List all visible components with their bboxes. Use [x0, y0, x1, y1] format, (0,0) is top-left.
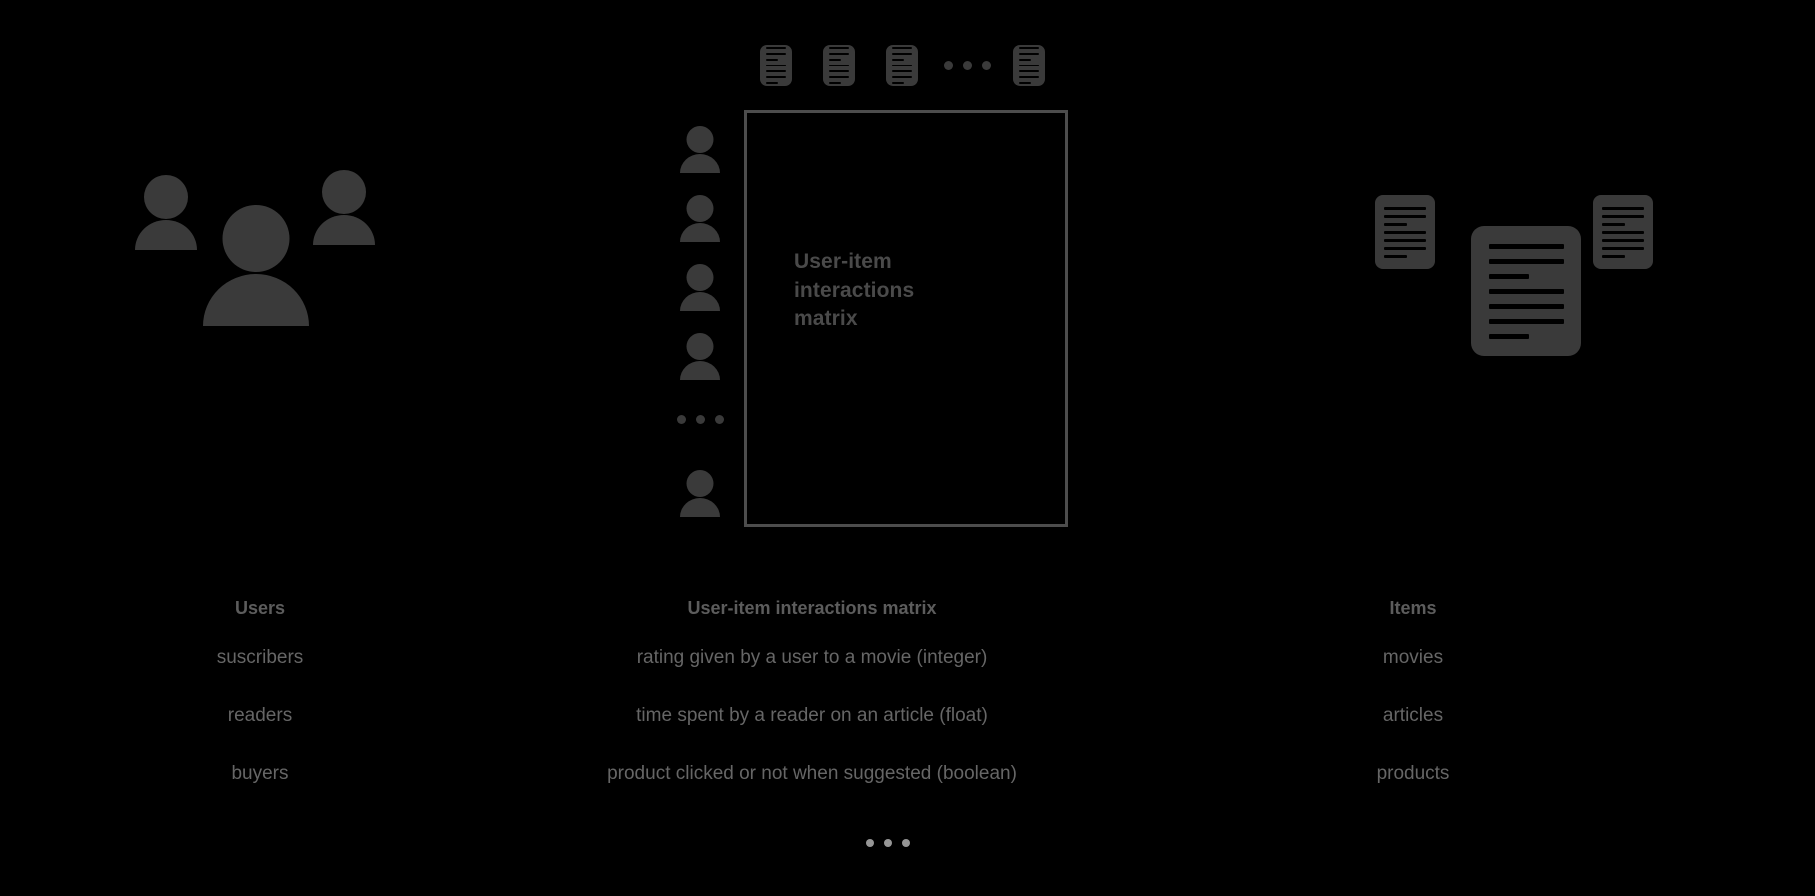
- items-illustration: [1375, 195, 1675, 375]
- legend-cell-matrix-label: time spent by a reader on an article (fl…: [636, 704, 988, 726]
- legend-cell-users: suscribers: [0, 648, 530, 667]
- legend-cell-matrix-label: rating given by a user to a movie (integ…: [636, 646, 988, 668]
- ellipsis-icon: [866, 839, 910, 847]
- person-body: [680, 154, 720, 173]
- legend-table: Users User-item interactions matrix Item…: [0, 588, 1815, 802]
- legend-row: readers time spent by a reader on an art…: [0, 686, 1815, 744]
- person-head: [222, 205, 290, 272]
- legend-cell-items: products: [1090, 764, 1650, 783]
- legend-row: suscribers rating given by a user to a m…: [0, 628, 1815, 686]
- document-icon: [760, 45, 792, 86]
- legend-cell-matrix-label: product clicked or not when suggested (b…: [607, 762, 1017, 784]
- document-icon: [1375, 195, 1435, 269]
- person-body: [680, 498, 720, 517]
- person-icon: [135, 175, 197, 250]
- person-head: [686, 333, 714, 360]
- users-rail: [677, 126, 730, 526]
- person-icon: [680, 126, 720, 173]
- document-icon: [823, 45, 855, 86]
- legend-cell-users: buyers: [0, 764, 530, 783]
- person-icon: [680, 264, 720, 311]
- person-body: [680, 292, 720, 311]
- person-icon: [313, 170, 375, 245]
- person-head: [322, 170, 366, 214]
- legend-header-matrix-label: User-item interactions matrix: [687, 598, 937, 618]
- matrix-caption: User-item interactions matrix: [794, 250, 915, 331]
- person-icon: [680, 333, 720, 380]
- legend-cell-items-label: movies: [1382, 646, 1444, 668]
- document-icon: [1013, 45, 1045, 86]
- diagram-canvas: User-item interactions matrix Users User…: [0, 0, 1815, 896]
- legend-header-row: Users User-item interactions matrix Item…: [0, 588, 1815, 628]
- person-icon: [680, 195, 720, 242]
- legend-cell-matrix: product clicked or not when suggested (b…: [530, 764, 1090, 783]
- user-item-interactions-matrix: User-item interactions matrix: [744, 110, 1068, 527]
- legend-cell-users: readers: [0, 706, 530, 725]
- legend-cell-items: movies: [1090, 648, 1650, 667]
- person-head: [686, 264, 714, 291]
- person-body: [203, 274, 309, 326]
- legend-cell-matrix: rating given by a user to a movie (integ…: [530, 648, 1090, 667]
- legend-cell-items-label: products: [1376, 762, 1450, 784]
- legend-cell-users-label: buyers: [231, 762, 289, 784]
- person-body: [135, 220, 197, 250]
- items-rail: [760, 45, 1080, 97]
- legend-cell-items: articles: [1090, 706, 1650, 725]
- legend-cell-items-label: articles: [1382, 704, 1444, 726]
- legend-header-items-label: Items: [1389, 598, 1437, 618]
- person-body: [680, 223, 720, 242]
- users-illustration: [135, 170, 395, 335]
- legend-header-users-label: Users: [234, 598, 286, 618]
- person-body: [680, 361, 720, 380]
- person-icon: [680, 470, 720, 517]
- legend-cell-matrix: time spent by a reader on an article (fl…: [530, 706, 1090, 725]
- person-body: [313, 215, 375, 245]
- legend-header-users: Users: [0, 599, 530, 617]
- legend-cell-users-label: readers: [227, 704, 293, 726]
- document-icon: [1593, 195, 1653, 269]
- legend-header-items: Items: [1090, 599, 1650, 617]
- person-head: [144, 175, 188, 219]
- person-head: [686, 126, 714, 153]
- document-icon: [1471, 226, 1581, 356]
- person-head: [686, 470, 714, 497]
- document-icon: [886, 45, 918, 86]
- person-icon: [203, 205, 309, 335]
- person-head: [686, 195, 714, 222]
- legend-row: buyers product clicked or not when sugge…: [0, 744, 1815, 802]
- legend-header-matrix: User-item interactions matrix: [530, 599, 1090, 617]
- ellipsis-icon: [944, 61, 991, 70]
- ellipsis-icon: [677, 415, 724, 424]
- legend-cell-users-label: suscribers: [216, 646, 304, 668]
